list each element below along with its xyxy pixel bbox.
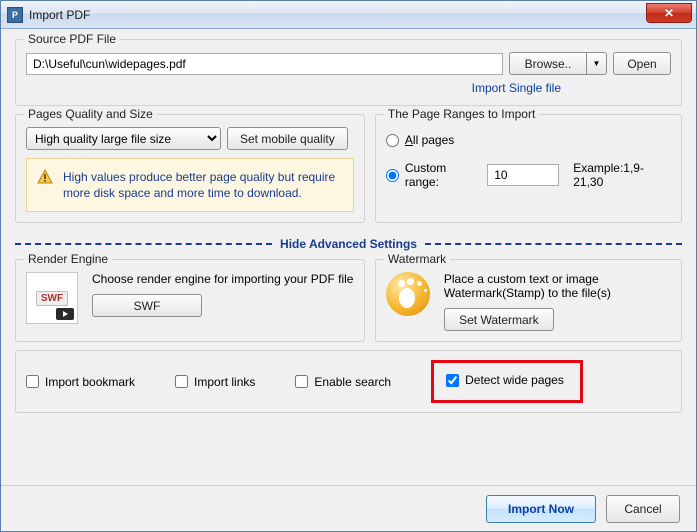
titlebar: P Import PDF ✕ (1, 1, 696, 29)
swf-button[interactable]: SWF (92, 294, 202, 317)
set-watermark-button[interactable]: Set Watermark (444, 308, 554, 331)
radio-all-pages[interactable] (386, 134, 399, 147)
highlight-box: Detect wide pages (431, 360, 583, 403)
advanced-separator: Hide Advanced Settings (15, 237, 682, 251)
footprint-icon (386, 272, 430, 316)
group-source-legend: Source PDF File (24, 32, 120, 46)
chk-search[interactable] (295, 375, 308, 388)
group-render: Render Engine SWF Choose render engine f… (15, 259, 365, 342)
chk-search-wrap: Enable search (295, 375, 391, 389)
chk-bookmark-label: Import bookmark (45, 375, 135, 389)
browse-button[interactable]: Browse.. (509, 52, 587, 75)
chk-links-label: Import links (194, 375, 255, 389)
checkbox-row: Import bookmark Import links Enable sear… (15, 350, 682, 413)
swf-icon: SWF (26, 272, 78, 324)
browse-split: Browse.. ▼ (509, 52, 607, 75)
group-watermark: Watermark Place a custom text or image W… (375, 259, 682, 342)
dialog-window: P Import PDF ✕ Source PDF File Browse.. … (0, 0, 697, 532)
cancel-button[interactable]: Cancel (606, 495, 680, 523)
range-example: Example:1,9-21,30 (573, 161, 671, 189)
dialog-body: Source PDF File Browse.. ▼ Open Import S… (1, 29, 696, 485)
group-watermark-legend: Watermark (384, 252, 450, 266)
advanced-toggle-link[interactable]: Hide Advanced Settings (272, 237, 425, 251)
app-icon: P (7, 7, 23, 23)
quality-select[interactable]: High quality large file size (26, 127, 221, 150)
chk-bookmark[interactable] (26, 375, 39, 388)
group-ranges: The Page Ranges to Import All pages Cust… (375, 114, 682, 223)
quality-info: High values produce better page quality … (26, 158, 354, 212)
set-mobile-button[interactable]: Set mobile quality (227, 127, 348, 150)
chk-wide-wrap: Detect wide pages (446, 373, 564, 387)
chk-wide[interactable] (446, 374, 459, 387)
import-now-button[interactable]: Import Now (486, 495, 596, 523)
group-quality: Pages Quality and Size High quality larg… (15, 114, 365, 223)
source-path-input[interactable] (26, 53, 503, 75)
watermark-desc: Place a custom text or image Watermark(S… (444, 272, 671, 300)
quality-info-text: High values produce better page quality … (63, 170, 335, 200)
chk-wide-label: Detect wide pages (465, 373, 564, 387)
custom-range-input[interactable] (487, 164, 559, 186)
open-button[interactable]: Open (613, 52, 671, 75)
radio-all-label: All pages (405, 133, 454, 147)
render-desc: Choose render engine for importing your … (92, 272, 354, 286)
browse-dropdown[interactable]: ▼ (587, 52, 607, 75)
radio-custom-label: Custom range: (405, 161, 481, 189)
window-title: Import PDF (29, 8, 90, 22)
dialog-footer: Import Now Cancel (1, 485, 696, 531)
group-quality-legend: Pages Quality and Size (24, 107, 157, 121)
chk-search-label: Enable search (314, 375, 391, 389)
chk-links[interactable] (175, 375, 188, 388)
import-single-link[interactable]: Import Single file (472, 81, 561, 95)
close-button[interactable]: ✕ (646, 3, 692, 23)
group-source: Source PDF File Browse.. ▼ Open Import S… (15, 39, 682, 106)
group-ranges-legend: The Page Ranges to Import (384, 107, 539, 121)
group-render-legend: Render Engine (24, 252, 112, 266)
chk-links-wrap: Import links (175, 375, 255, 389)
warning-icon (37, 169, 53, 185)
radio-custom-range[interactable] (386, 169, 399, 182)
chk-bookmark-wrap: Import bookmark (26, 375, 135, 389)
